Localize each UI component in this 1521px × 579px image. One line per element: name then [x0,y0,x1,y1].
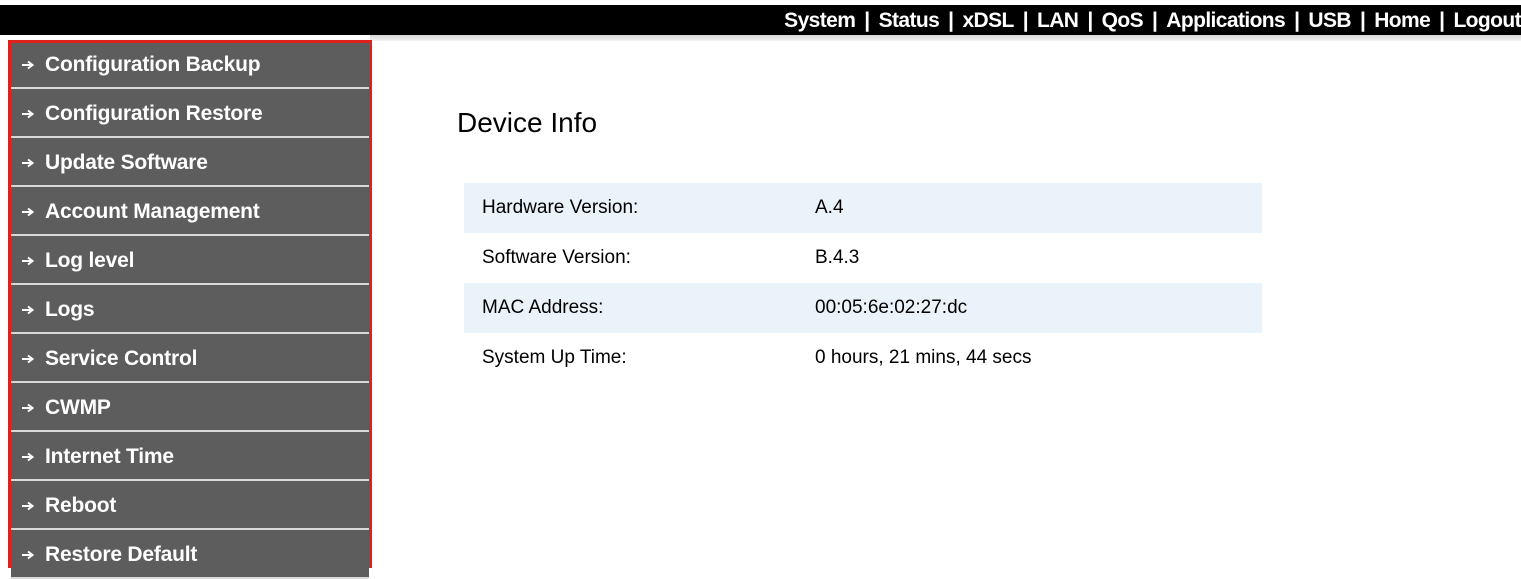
sidebar-item-label: Account Management [45,200,260,223]
top-bar: System | Status | xDSL | LAN | QoS | App… [0,0,1521,41]
sidebar-item-update-software[interactable]: Update Software [11,141,369,187]
mac-address-value: 00:05:6e:02:27:dc [815,283,1262,333]
arrow-right-icon [11,501,45,511]
nav-separator: | [948,9,954,32]
sidebar-item-service-control[interactable]: Service Control [11,337,369,383]
arrow-right-icon [11,60,45,70]
nav-separator: | [864,9,870,32]
arrow-right-icon [11,305,45,315]
nav-system-link[interactable]: System [784,9,856,33]
nav-separator: | [1152,9,1158,32]
hardware-version-label: Hardware Version: [464,183,815,233]
system-up-time-value: 0 hours, 21 mins, 44 secs [815,347,1032,368]
sidebar-item-logs[interactable]: Logs [11,288,369,334]
sidebar-item-configuration-restore[interactable]: Configuration Restore [11,92,369,138]
table-row: MAC Address: 00:05:6e:02:27:dc [464,283,1262,333]
arrow-right-icon [11,354,45,364]
sidebar-item-label: Log level [45,249,135,272]
sidebar-item-label: Update Software [45,151,208,174]
sidebar-item-log-level[interactable]: Log level [11,239,369,285]
arrow-right-icon [11,109,45,119]
arrow-right-icon [11,452,45,462]
nav-status-link[interactable]: Status [879,9,940,33]
sidebar-item-label: CWMP [45,396,111,419]
nav-home-link[interactable]: Home [1374,9,1431,33]
device-info-table: Hardware Version: A.4 Software Version: … [464,183,1262,383]
arrow-right-icon [11,207,45,217]
nav-qos-link[interactable]: QoS [1102,9,1144,33]
sidebar-item-label: Internet Time [45,445,174,468]
sidebar-item-label: Restore Default [45,543,198,566]
sidebar-item-label: Service Control [45,347,198,370]
hardware-version-value: A.4 [815,183,1262,233]
system-up-time-label: System Up Time: [482,347,627,368]
sidebar-item-restore-default[interactable]: Restore Default [11,533,369,579]
arrow-right-icon [11,158,45,168]
nav-lan-link[interactable]: LAN [1037,9,1079,33]
nav-separator: | [1022,9,1029,32]
table-row: System Up Time: 0 hours, 21 mins, 44 sec… [464,333,1262,383]
mac-address-label: MAC Address: [464,283,815,333]
sidebar-item-cwmp[interactable]: CWMP [11,386,369,432]
arrow-right-icon [11,550,45,560]
nav-separator: | [1294,9,1300,32]
software-version-value: B.4.3 [815,247,860,268]
arrow-right-icon [11,256,45,266]
nav-shadow [370,35,1521,41]
nav-separator: | [1439,9,1445,32]
table-row: Software Version: B.4.3 [464,233,1262,283]
nav-separator: | [1087,9,1093,32]
sidebar-item-configuration-backup[interactable]: Configuration Backup [11,43,369,89]
arrow-right-icon [11,403,45,413]
nav-usb-link[interactable]: USB [1308,9,1351,33]
sidebar-item-account-management[interactable]: Account Management [11,190,369,236]
sidebar-item-internet-time[interactable]: Internet Time [11,435,369,481]
software-version-label: Software Version: [482,247,631,268]
nav-xdsl-link[interactable]: xDSL [962,9,1014,33]
sidebar-item-label: Configuration Restore [45,102,263,125]
sidebar-item-label: Logs [45,298,95,321]
page-title: Device Info [457,107,598,138]
nav-applications-link[interactable]: Applications [1166,9,1285,33]
sidebar-item-label: Reboot [45,494,117,517]
table-row: Hardware Version: A.4 [464,183,1262,233]
top-navigation: System | Status | xDSL | LAN | QoS | App… [0,7,1521,35]
nav-logout-link[interactable]: Logout [1453,9,1521,33]
nav-separator: | [1359,9,1366,32]
sidebar-menu: Configuration Backup Configuration Resto… [8,40,372,579]
sidebar-item-label: Configuration Backup [45,53,261,76]
sidebar-item-reboot[interactable]: Reboot [11,484,369,530]
